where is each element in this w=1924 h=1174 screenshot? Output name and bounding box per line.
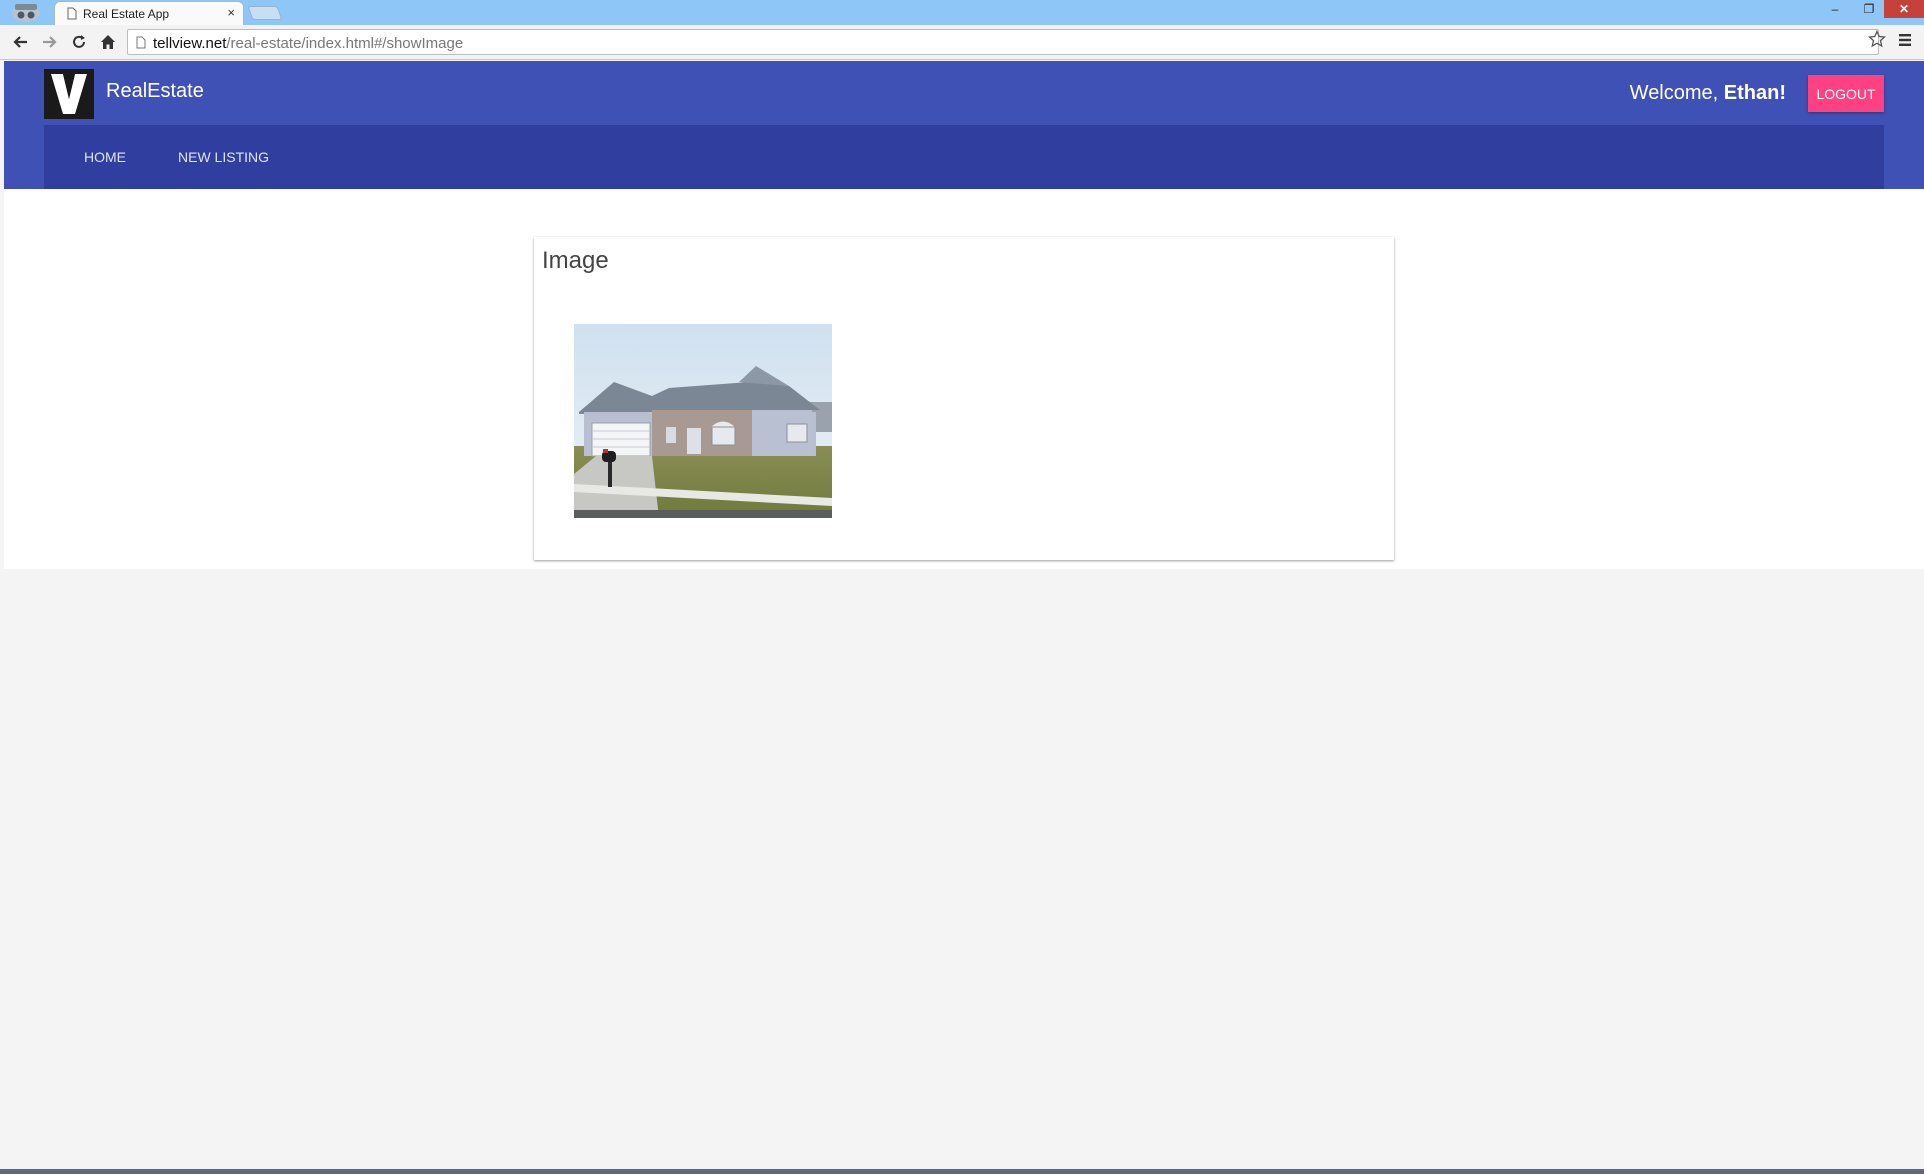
welcome-message: Welcome, Ethan! (1630, 82, 1786, 105)
image-card: Image (534, 237, 1394, 560)
welcome-prefix: Welcome, (1629, 82, 1724, 104)
page-icon (136, 36, 146, 49)
menu-icon[interactable] (1898, 33, 1912, 47)
url-host: tellview.net (153, 35, 227, 52)
maximize-button[interactable]: ❐ (1854, 0, 1884, 18)
user-name: Ethan! (1723, 82, 1786, 104)
app-viewport: RealEstate Welcome, Ethan! LOGOUT HOME N… (4, 61, 1924, 1169)
new-tab-button[interactable] (247, 6, 283, 20)
forward-icon (43, 36, 57, 48)
nav-bar: HOME NEW LISTING (44, 125, 1884, 189)
page-icon (67, 7, 77, 20)
tab-close-icon[interactable]: × (227, 6, 235, 19)
reload-button[interactable] (69, 32, 89, 52)
address-bar[interactable]: tellview.net/real-estate/index.html#/sho… (127, 29, 1879, 55)
reload-icon (73, 35, 85, 48)
back-icon (13, 36, 27, 48)
home-icon (101, 35, 115, 49)
logout-button[interactable]: LOGOUT (1808, 75, 1884, 112)
nav-home[interactable]: HOME (84, 149, 126, 165)
card-title: Image (542, 247, 609, 274)
star-icon[interactable] (1868, 30, 1886, 48)
browser-tab-strip: Real Estate App × – ❐ ✕ (0, 0, 1924, 25)
close-window-button[interactable]: ✕ (1884, 0, 1924, 18)
browser-tab-active[interactable]: Real Estate App × (54, 1, 244, 25)
v-logo-icon (51, 74, 87, 114)
house-photo (574, 324, 832, 518)
browser-toolbar: tellview.net/real-estate/index.html#/sho… (0, 25, 1924, 60)
address-url: tellview.net/real-estate/index.html#/sho… (153, 35, 463, 52)
nav-new-listing[interactable]: NEW LISTING (178, 149, 269, 165)
app-header: RealEstate Welcome, Ethan! LOGOUT HOME N… (4, 61, 1924, 189)
incognito-icon (12, 4, 40, 22)
url-path: /real-estate/index.html#/showImage (226, 35, 464, 52)
brand-title[interactable]: RealEstate (106, 80, 204, 103)
minimize-button[interactable]: – (1816, 0, 1854, 18)
forward-button[interactable] (40, 32, 60, 52)
home-button[interactable] (98, 32, 118, 52)
app-logo[interactable] (44, 69, 94, 119)
back-button[interactable] (10, 32, 30, 52)
taskbar-edge (0, 1169, 1924, 1174)
tab-title: Real Estate App (83, 7, 170, 21)
